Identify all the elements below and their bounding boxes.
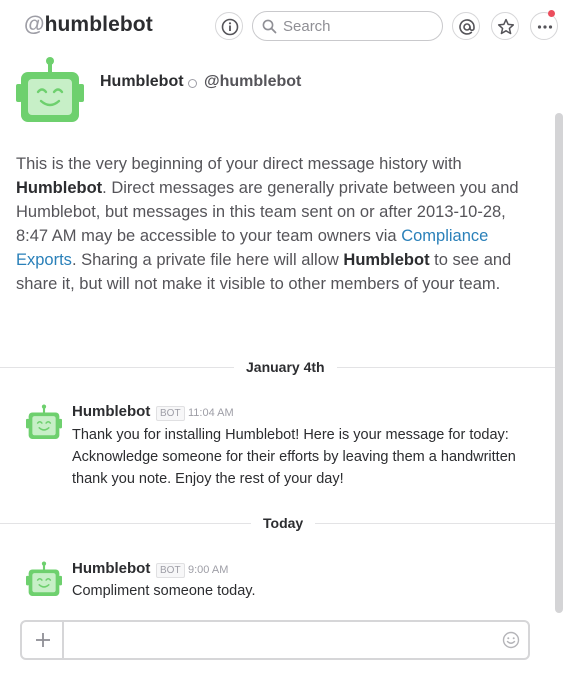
intro-bot-name[interactable]: Humblebot	[100, 73, 184, 91]
day-divider-label: Today	[251, 515, 316, 531]
message-timestamp[interactable]: 11:04 AM	[188, 407, 234, 419]
plus-icon	[36, 633, 50, 647]
intro-bold-bot-name: Humblebot	[343, 251, 430, 269]
robot-icon	[26, 561, 62, 596]
intro-text-part: . Sharing a private file here will allow	[71, 251, 344, 269]
notification-dot	[548, 10, 555, 17]
bot-avatar-large[interactable]	[16, 56, 84, 129]
message-body: Thank you for installing Humblebot! Here…	[72, 427, 516, 487]
robot-icon	[26, 404, 62, 439]
more-button[interactable]	[530, 12, 558, 40]
message-timestamp[interactable]: 9:00 AM	[188, 564, 228, 576]
bot-badge: BOT	[156, 406, 185, 421]
intro-bold-bot-name: Humblebot	[16, 179, 103, 197]
message-body: Compliment someone today.	[72, 583, 256, 599]
search-input[interactable]	[283, 16, 433, 36]
emoji-icon[interactable]	[502, 631, 520, 649]
more-icon	[537, 25, 553, 29]
intro-text-part: This is the very beginning of your direc…	[16, 155, 462, 173]
attach-file-button[interactable]	[22, 622, 64, 658]
channel-name: humblebot	[44, 13, 153, 36]
search-box[interactable]	[252, 11, 443, 41]
message-avatar[interactable]	[26, 561, 62, 602]
channel-info-button[interactable]	[215, 12, 243, 40]
message-composer	[20, 620, 530, 660]
channel-at-symbol: @	[24, 13, 45, 36]
mentions-icon	[459, 19, 475, 35]
message-avatar[interactable]	[26, 404, 62, 445]
channel-title[interactable]: @humblebot	[24, 13, 153, 37]
message-sender[interactable]: Humblebot	[72, 560, 150, 577]
scrollbar-thumb[interactable]	[555, 113, 563, 613]
starred-button[interactable]	[491, 12, 519, 40]
channel-header: @humblebot	[0, 0, 567, 52]
mentions-button[interactable]	[452, 12, 480, 40]
day-divider-label: January 4th	[234, 359, 337, 375]
star-icon	[497, 18, 515, 35]
intro-description: This is the very beginning of your direc…	[16, 152, 526, 296]
robot-icon	[16, 57, 84, 122]
message-sender[interactable]: Humblebot	[72, 403, 150, 420]
message-input[interactable]	[74, 630, 494, 650]
intro-bot-handle: @humblebot	[204, 73, 302, 90]
info-icon	[221, 18, 239, 36]
bot-badge: BOT	[156, 563, 185, 578]
search-icon	[262, 19, 277, 34]
presence-indicator	[188, 79, 197, 88]
